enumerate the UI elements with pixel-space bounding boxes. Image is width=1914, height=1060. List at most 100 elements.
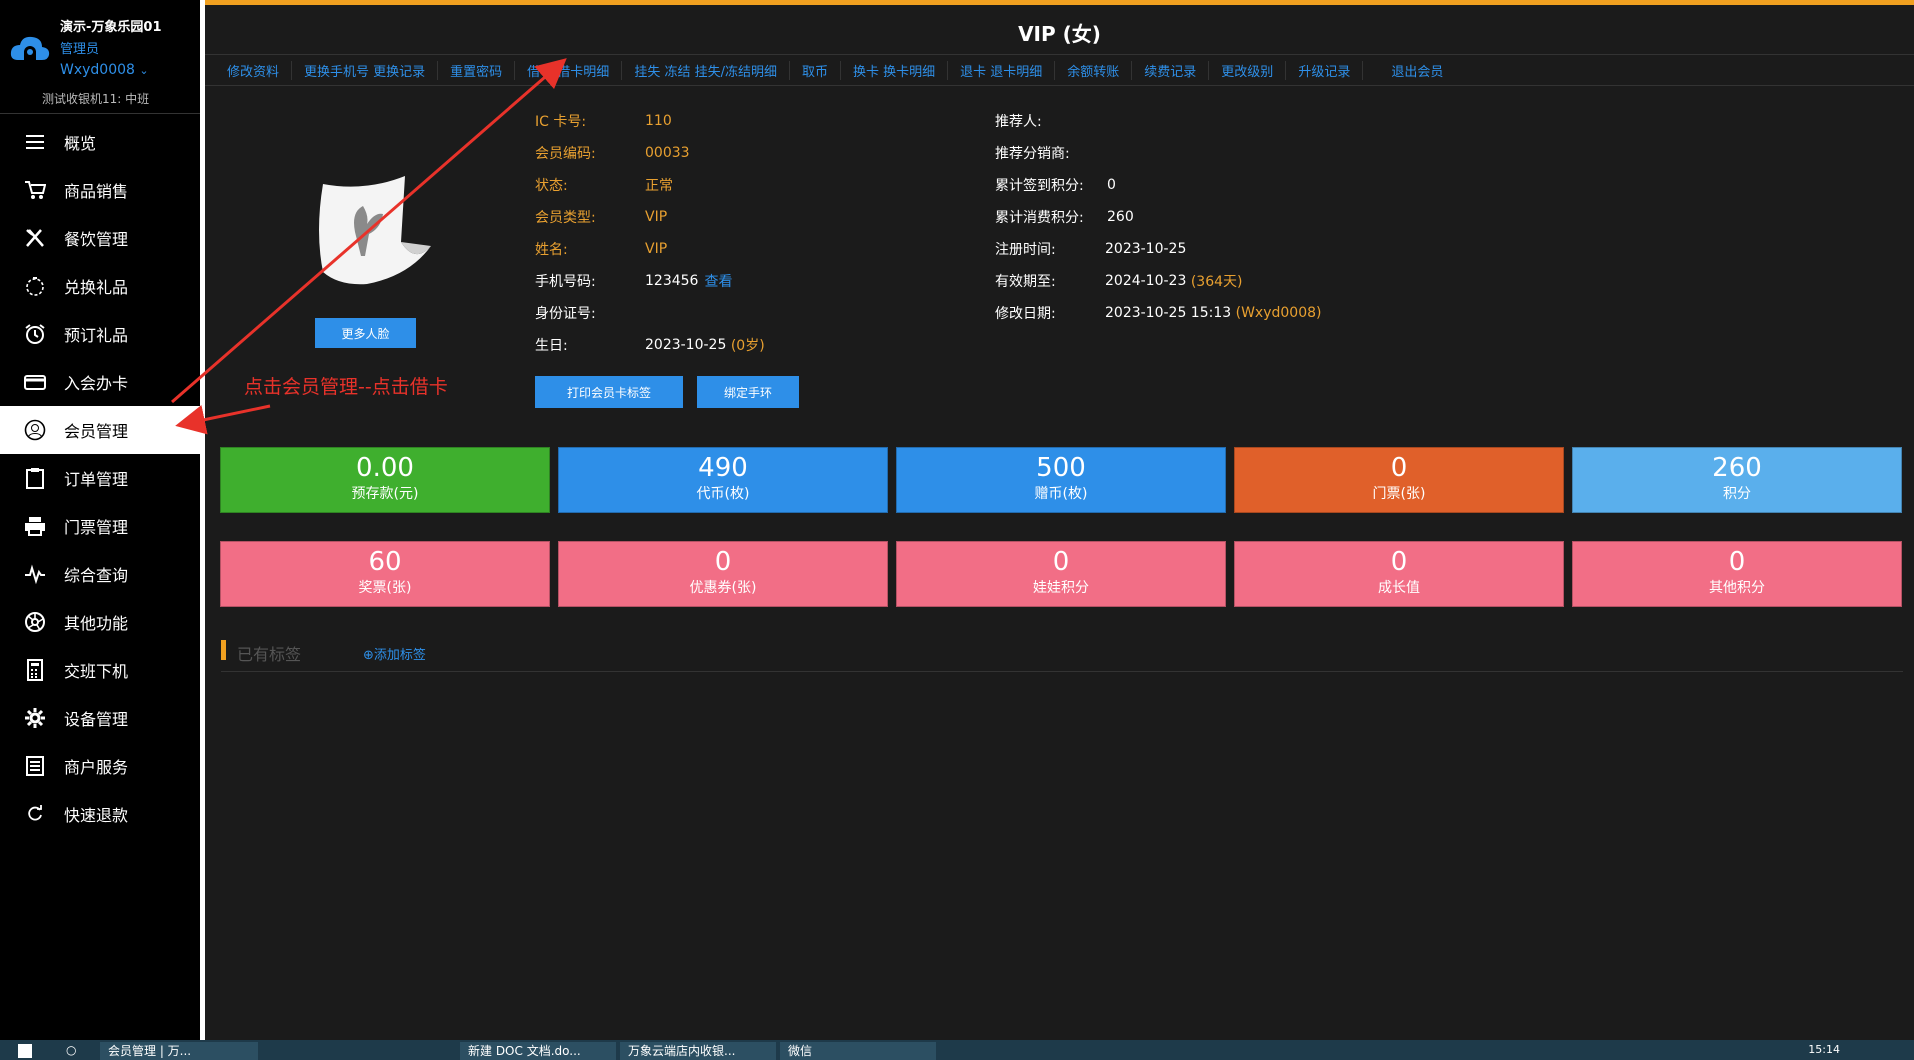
cloud-logo-icon (10, 36, 50, 60)
sidebar-item-sales[interactable]: 商品销售 (0, 166, 200, 214)
stat-prepaid[interactable]: 0.00 预存款(元) (220, 447, 550, 513)
referrer-label: 推荐人: (995, 114, 1042, 130)
stat-value: 0 (1390, 547, 1408, 577)
sidebar-item-orders[interactable]: 订单管理 (0, 454, 200, 502)
store-name: 演示-万象乐园01 (60, 20, 162, 35)
sidebar-item-label: 预订礼品 (64, 326, 129, 345)
stat-value: 0 (1728, 547, 1746, 577)
tab-return-card[interactable]: 退卡 退卡明细 (948, 60, 1056, 80)
phone-value: 123456 (645, 273, 699, 289)
printer-icon (22, 513, 48, 539)
stat-doll-points[interactable]: 0 娃娃积分 (896, 541, 1226, 607)
sidebar-item-catering[interactable]: 餐饮管理 (0, 214, 200, 262)
sidebar-item-redeem-gifts[interactable]: 兑换礼品 (0, 262, 200, 310)
sidebar-item-refund[interactable]: 快速退款 (0, 790, 200, 838)
ic-card-label: IC 卡号: (535, 114, 587, 130)
stat-bonus-coins[interactable]: 500 赠币(枚) (896, 447, 1226, 513)
main-panel: VIP (女) 修改资料 更换手机号 更换记录 重置密码 借卡 借卡明细 挂失 … (205, 0, 1914, 1040)
stat-value: 0.00 (356, 453, 414, 483)
more-faces-button[interactable]: 更多人脸 (315, 318, 416, 348)
user-role: 管理员 (60, 42, 100, 57)
tab-exit-membership[interactable]: 退出会员 (1363, 61, 1455, 80)
stat-label: 成长值 (1378, 580, 1420, 596)
tab-withdraw-coins[interactable]: 取币 (790, 60, 841, 80)
user-dropdown[interactable]: Wxyd0008 ⌄ (60, 62, 149, 78)
tab-borrow-card[interactable]: 借卡 借卡明细 (515, 60, 623, 80)
stat-value: 490 (698, 453, 748, 483)
stat-prize-tickets[interactable]: 60 奖票(张) (220, 541, 550, 607)
ic-card-value: 110 (645, 113, 672, 129)
stat-label: 其他积分 (1709, 580, 1765, 596)
stat-other-points[interactable]: 0 其他积分 (1572, 541, 1902, 607)
status-label: 状态: (535, 178, 568, 194)
stat-growth[interactable]: 0 成长值 (1234, 541, 1564, 607)
modify-by-value: (Wxyd0008) (1235, 305, 1322, 321)
terminal-info: 测试收银机11: 中班 (42, 92, 150, 106)
sidebar: 演示-万象乐园01 管理员 Wxyd0008 ⌄ 测试收银机11: 中班 概览 … (0, 0, 200, 1040)
member-photo-placeholder-icon (319, 176, 431, 285)
pulse-icon (22, 561, 48, 587)
member-info-left: IC 卡号: 110 会员编码: 00033 状态: 正常 会员类型: VIP 姓名: V… (535, 105, 765, 361)
sidebar-item-member-management[interactable]: 会员管理 (0, 406, 200, 454)
print-card-label-button[interactable]: 打印会员卡标签 (535, 376, 683, 408)
stat-value: 0 (1052, 547, 1070, 577)
sidebar-header: 演示-万象乐园01 管理员 Wxyd0008 ⌄ 测试收银机11: 中班 (0, 0, 200, 114)
tab-change-phone[interactable]: 更换手机号 更换记录 (292, 60, 439, 80)
windows-taskbar: ○ 会员管理 | 万... 新建 DOC 文档.do... 万象云端店内收银..… (0, 1040, 1914, 1060)
search-icon[interactable]: ○ (66, 1043, 76, 1057)
view-phone-link[interactable]: 查看 (704, 271, 732, 291)
register-time-label: 注册时间: (995, 242, 1056, 258)
user-name: Wxyd0008 (60, 62, 135, 78)
sidebar-item-label: 交班下机 (64, 662, 129, 681)
checkin-points-label: 累计签到积分: (995, 178, 1084, 194)
stat-label: 积分 (1723, 486, 1751, 502)
tab-replace-card[interactable]: 换卡 换卡明细 (841, 60, 949, 80)
stat-label: 门票(张) (1372, 486, 1426, 502)
stat-label: 优惠券(张) (689, 580, 757, 596)
bind-wristband-button[interactable]: 绑定手环 (697, 376, 799, 408)
tab-edit-profile[interactable]: 修改资料 (215, 60, 293, 80)
stat-label: 奖票(张) (358, 580, 412, 596)
stat-value: 60 (368, 547, 402, 577)
stat-points[interactable]: 260 积分 (1572, 447, 1902, 513)
sidebar-item-devices[interactable]: 设备管理 (0, 694, 200, 742)
sidebar-item-label: 餐饮管理 (64, 230, 129, 249)
windows-start-icon[interactable] (18, 1044, 32, 1058)
card-icon (22, 369, 48, 395)
tab-renewal-records[interactable]: 续费记录 (1132, 60, 1210, 80)
tab-change-level[interactable]: 更改级别 (1209, 60, 1287, 80)
sidebar-item-shift[interactable]: 交班下机 (0, 646, 200, 694)
taskbar-item-cashier[interactable]: 万象云端店内收银... (620, 1042, 776, 1060)
taskbar-item-wechat[interactable]: 微信 (780, 1042, 936, 1060)
sidebar-item-query[interactable]: 综合查询 (0, 550, 200, 598)
user-icon (22, 417, 48, 443)
sidebar-item-label: 快速退款 (64, 806, 129, 825)
utensils-icon (22, 225, 48, 251)
sidebar-item-membership[interactable]: 入会办卡 (0, 358, 200, 406)
tab-balance-transfer[interactable]: 余额转账 (1055, 60, 1133, 80)
tab-upgrade-records[interactable]: 升级记录 (1286, 60, 1364, 80)
tags-title: 已有标签 (237, 645, 302, 664)
stat-tokens[interactable]: 490 代币(枚) (558, 447, 888, 513)
taskbar-item-browser[interactable]: 会员管理 | 万... (100, 1042, 258, 1060)
stat-tickets[interactable]: 0 门票(张) (1234, 447, 1564, 513)
plus-circle-icon: ⊕ (363, 648, 374, 663)
stat-coupons[interactable]: 0 优惠券(张) (558, 541, 888, 607)
member-action-tabs: 修改资料 更换手机号 更换记录 重置密码 借卡 借卡明细 挂失 冻结 挂失/冻结… (205, 54, 1914, 86)
name-label: 姓名: (535, 242, 568, 258)
taskbar-item-document[interactable]: 新建 DOC 文档.do... (460, 1042, 616, 1060)
sidebar-item-other[interactable]: 其他功能 (0, 598, 200, 646)
sidebar-item-merchant[interactable]: 商户服务 (0, 742, 200, 790)
tab-reset-password[interactable]: 重置密码 (438, 60, 516, 80)
refresh-icon (22, 801, 48, 827)
sidebar-item-overview[interactable]: 概览 (0, 118, 200, 166)
age-value: (0岁) (730, 338, 765, 354)
tab-report-loss[interactable]: 挂失 冻结 挂失/冻结明细 (622, 60, 790, 80)
add-tag-button[interactable]: ⊕添加标签 (363, 644, 426, 663)
member-code-label: 会员编码: (535, 146, 596, 162)
member-type-label: 会员类型: (535, 210, 596, 226)
sidebar-item-book-gifts[interactable]: 预订礼品 (0, 310, 200, 358)
stat-label: 娃娃积分 (1033, 580, 1089, 596)
calculator-icon (22, 657, 48, 683)
sidebar-item-tickets[interactable]: 门票管理 (0, 502, 200, 550)
